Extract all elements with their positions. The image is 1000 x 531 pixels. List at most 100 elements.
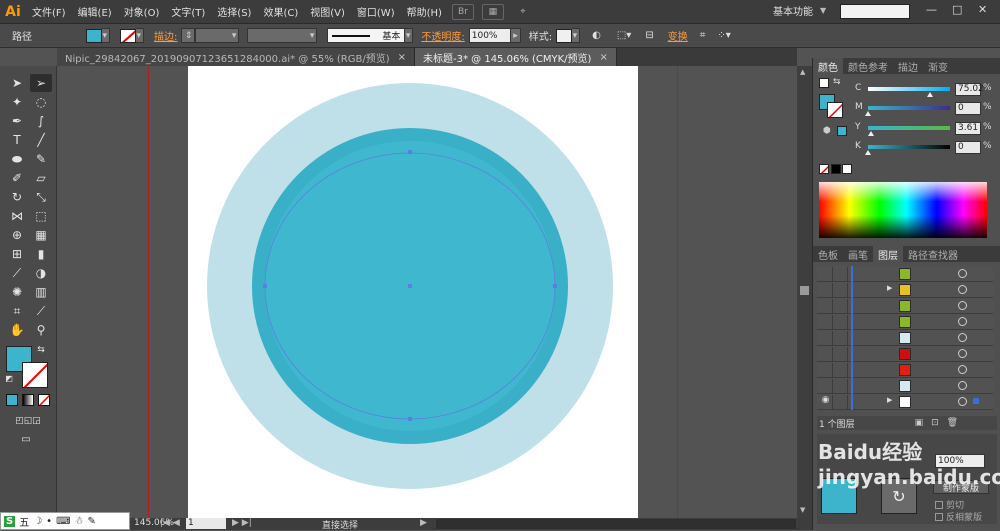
- target-circle-icon[interactable]: [958, 317, 967, 326]
- visibility-eye-icon[interactable]: [819, 283, 833, 297]
- stroke-color-box[interactable]: [22, 362, 48, 388]
- layer-row[interactable]: [817, 346, 993, 362]
- stroke-dropdown[interactable]: ▾: [136, 28, 144, 43]
- target-circle-icon[interactable]: [958, 301, 967, 310]
- visibility-eye-icon[interactable]: ◉: [819, 395, 833, 409]
- target-circle-icon[interactable]: [958, 365, 967, 374]
- color-spectrum[interactable]: [819, 182, 987, 238]
- hand-tool-icon[interactable]: ✋: [6, 321, 28, 339]
- align-icon[interactable]: ⬚▾: [617, 30, 631, 41]
- delete-layer-icon[interactable]: 🗑: [947, 418, 958, 428]
- tab-color[interactable]: 颜色: [813, 58, 843, 74]
- slider-magenta[interactable]: M 0 %: [813, 102, 1000, 116]
- visibility-eye-icon[interactable]: [819, 267, 833, 281]
- tab-swatches[interactable]: 色板: [813, 246, 843, 262]
- artboard-tool-icon[interactable]: ⌗: [6, 302, 28, 320]
- slider-knob[interactable]: [926, 92, 933, 97]
- tab-document-2[interactable]: 未标题-3* @ 145.06% (CMYK/预览) ×: [415, 48, 617, 66]
- tab-document-1[interactable]: Nipic_29842067_20190907123651284000.ai* …: [57, 48, 415, 66]
- selection-tool-icon[interactable]: ➤: [6, 74, 28, 92]
- ime-mode[interactable]: 五: [19, 514, 29, 529]
- lock-toggle[interactable]: [834, 331, 848, 345]
- visibility-eye-icon[interactable]: [819, 379, 833, 393]
- layer-row[interactable]: [817, 362, 993, 378]
- page-field[interactable]: 1: [186, 518, 226, 529]
- ime-keyboard-icon[interactable]: ⌨: [56, 516, 70, 527]
- lasso-tool-icon[interactable]: ◌: [30, 93, 52, 111]
- lock-toggle[interactable]: [834, 395, 848, 409]
- tab-gradient[interactable]: 渐变: [923, 58, 953, 74]
- ime-logo[interactable]: S: [4, 515, 16, 527]
- target-circle-icon[interactable]: [958, 333, 967, 342]
- blend-tool-icon[interactable]: ◑: [30, 264, 52, 282]
- layer-row[interactable]: [817, 314, 993, 330]
- pencil-tool-icon[interactable]: ✐: [6, 169, 28, 187]
- lock-toggle[interactable]: [834, 315, 848, 329]
- opacity-field[interactable]: 100%: [468, 28, 511, 43]
- scale-tool-icon[interactable]: ⤡: [30, 188, 52, 206]
- graphic-style-swatch[interactable]: [556, 28, 573, 43]
- tab-layers[interactable]: 图层: [873, 246, 903, 262]
- anchor-point[interactable]: [263, 284, 267, 288]
- menu-help[interactable]: 帮助(H): [401, 4, 448, 19]
- menu-window[interactable]: 窗口(W): [351, 4, 401, 19]
- target-circle-icon[interactable]: [958, 285, 967, 294]
- scroll-down-icon[interactable]: ▼: [800, 506, 805, 514]
- new-layer-icon[interactable]: ▣: [915, 418, 924, 428]
- checkbox-box[interactable]: [935, 512, 943, 521]
- new-sublayer-icon[interactable]: ⊡: [931, 418, 939, 428]
- gradient-tool-icon[interactable]: ▮: [30, 245, 52, 263]
- ellipse-tool-icon[interactable]: ⬬: [6, 150, 28, 168]
- ime-moon-icon[interactable]: ☽: [33, 516, 42, 527]
- lock-toggle[interactable]: [834, 283, 848, 297]
- vertical-scrollbar[interactable]: ▲ ▼: [797, 66, 812, 518]
- zoom-tool-icon[interactable]: ⚲: [30, 321, 52, 339]
- expand-arrow-icon[interactable]: ▶: [887, 396, 892, 404]
- layer-row[interactable]: ◉ ▶: [817, 394, 993, 410]
- slice-tool-icon[interactable]: ⟋: [30, 302, 52, 320]
- brush-definition-field[interactable]: 基本: [327, 28, 406, 43]
- slider-track[interactable]: [868, 106, 950, 110]
- stroke-weight-stepper[interactable]: ⇕: [181, 28, 196, 43]
- shape-builder-icon[interactable]: ⊟: [645, 30, 653, 41]
- tab-pathfinder[interactable]: 路径查找器: [903, 246, 963, 262]
- slider-knob[interactable]: [867, 131, 874, 136]
- fill-swatch[interactable]: [86, 28, 102, 43]
- brush-dropdown[interactable]: ▾: [405, 28, 414, 43]
- style-dropdown[interactable]: ▾: [572, 28, 581, 43]
- transform-link[interactable]: 变换: [668, 28, 688, 43]
- close-icon[interactable]: ✕: [978, 3, 987, 16]
- make-mask-button[interactable]: 制作蒙版: [933, 480, 989, 494]
- width-tool-icon[interactable]: ⋈: [6, 207, 28, 225]
- next-page-icon[interactable]: ▶ ▶|: [232, 518, 252, 528]
- anchor-point[interactable]: [408, 150, 412, 154]
- selection-indicator[interactable]: [973, 398, 979, 404]
- ime-punct-icon[interactable]: •: [46, 516, 52, 527]
- curvature-tool-icon[interactable]: ∫: [30, 112, 52, 130]
- draw-mode-icon[interactable]: ◰◱◲: [6, 414, 50, 428]
- direct-selection-tool-icon[interactable]: ➢: [30, 74, 52, 92]
- expand-arrow-icon[interactable]: ▶: [887, 284, 892, 292]
- invert-mask-checkbox[interactable]: 反相蒙版: [935, 510, 982, 523]
- status-menu-icon[interactable]: ▶: [420, 518, 427, 528]
- slider-cyan[interactable]: C 75.02 %: [813, 83, 1000, 97]
- opacity-label[interactable]: 不透明度:: [421, 28, 464, 43]
- recolor-icon[interactable]: ◐: [592, 30, 601, 41]
- transparency-opacity-field[interactable]: 100%: [935, 454, 985, 468]
- artboard[interactable]: [188, 66, 638, 518]
- line-tool-icon[interactable]: ╱: [30, 131, 52, 149]
- cyan-value-field[interactable]: 75.02: [955, 83, 984, 96]
- first-page-icon[interactable]: |◀ ◀: [160, 518, 180, 528]
- tab-brushes[interactable]: 画笔: [843, 246, 873, 262]
- slider-yellow[interactable]: Y 3.61 %: [813, 122, 1000, 136]
- free-transform-tool-icon[interactable]: ⬚: [30, 207, 52, 225]
- close-icon[interactable]: ×: [599, 52, 607, 63]
- paintbrush-tool-icon[interactable]: ✎: [30, 150, 52, 168]
- stroke-weight-field[interactable]: ▾: [195, 28, 240, 43]
- swap-colors-icon[interactable]: ⇆: [34, 344, 48, 356]
- shape-builder-tool-icon[interactable]: ⊕: [6, 226, 28, 244]
- magenta-value-field[interactable]: 0: [955, 102, 981, 115]
- arrange-documents-icon[interactable]: ▦: [481, 3, 504, 20]
- panel-menu-icon[interactable]: ⁘▾: [717, 30, 730, 41]
- perspective-grid-tool-icon[interactable]: ▦: [30, 226, 52, 244]
